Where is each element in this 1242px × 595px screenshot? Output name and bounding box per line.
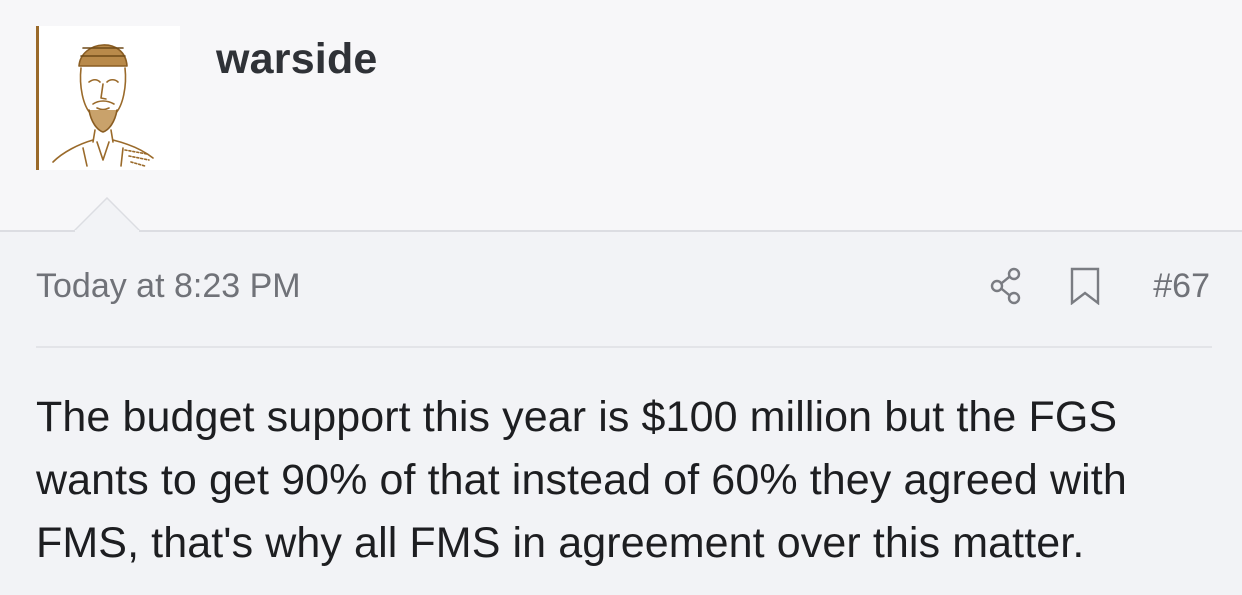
avatar[interactable]	[36, 26, 180, 170]
avatar-illustration	[52, 44, 154, 167]
user-header: warside	[0, 0, 1242, 233]
username[interactable]: warside	[216, 36, 378, 82]
post-meta: Today at 8:23 PM #67	[36, 266, 1210, 306]
meta-divider	[36, 346, 1212, 348]
share-icon[interactable]	[988, 267, 1024, 305]
post-number-link[interactable]: #67	[1153, 266, 1210, 306]
header-pointer	[73, 197, 141, 233]
bookmark-icon[interactable]	[1069, 267, 1101, 305]
post-message: The budget support this year is $100 mil…	[36, 393, 1127, 567]
post-timestamp[interactable]: Today at 8:23 PM	[36, 266, 301, 306]
